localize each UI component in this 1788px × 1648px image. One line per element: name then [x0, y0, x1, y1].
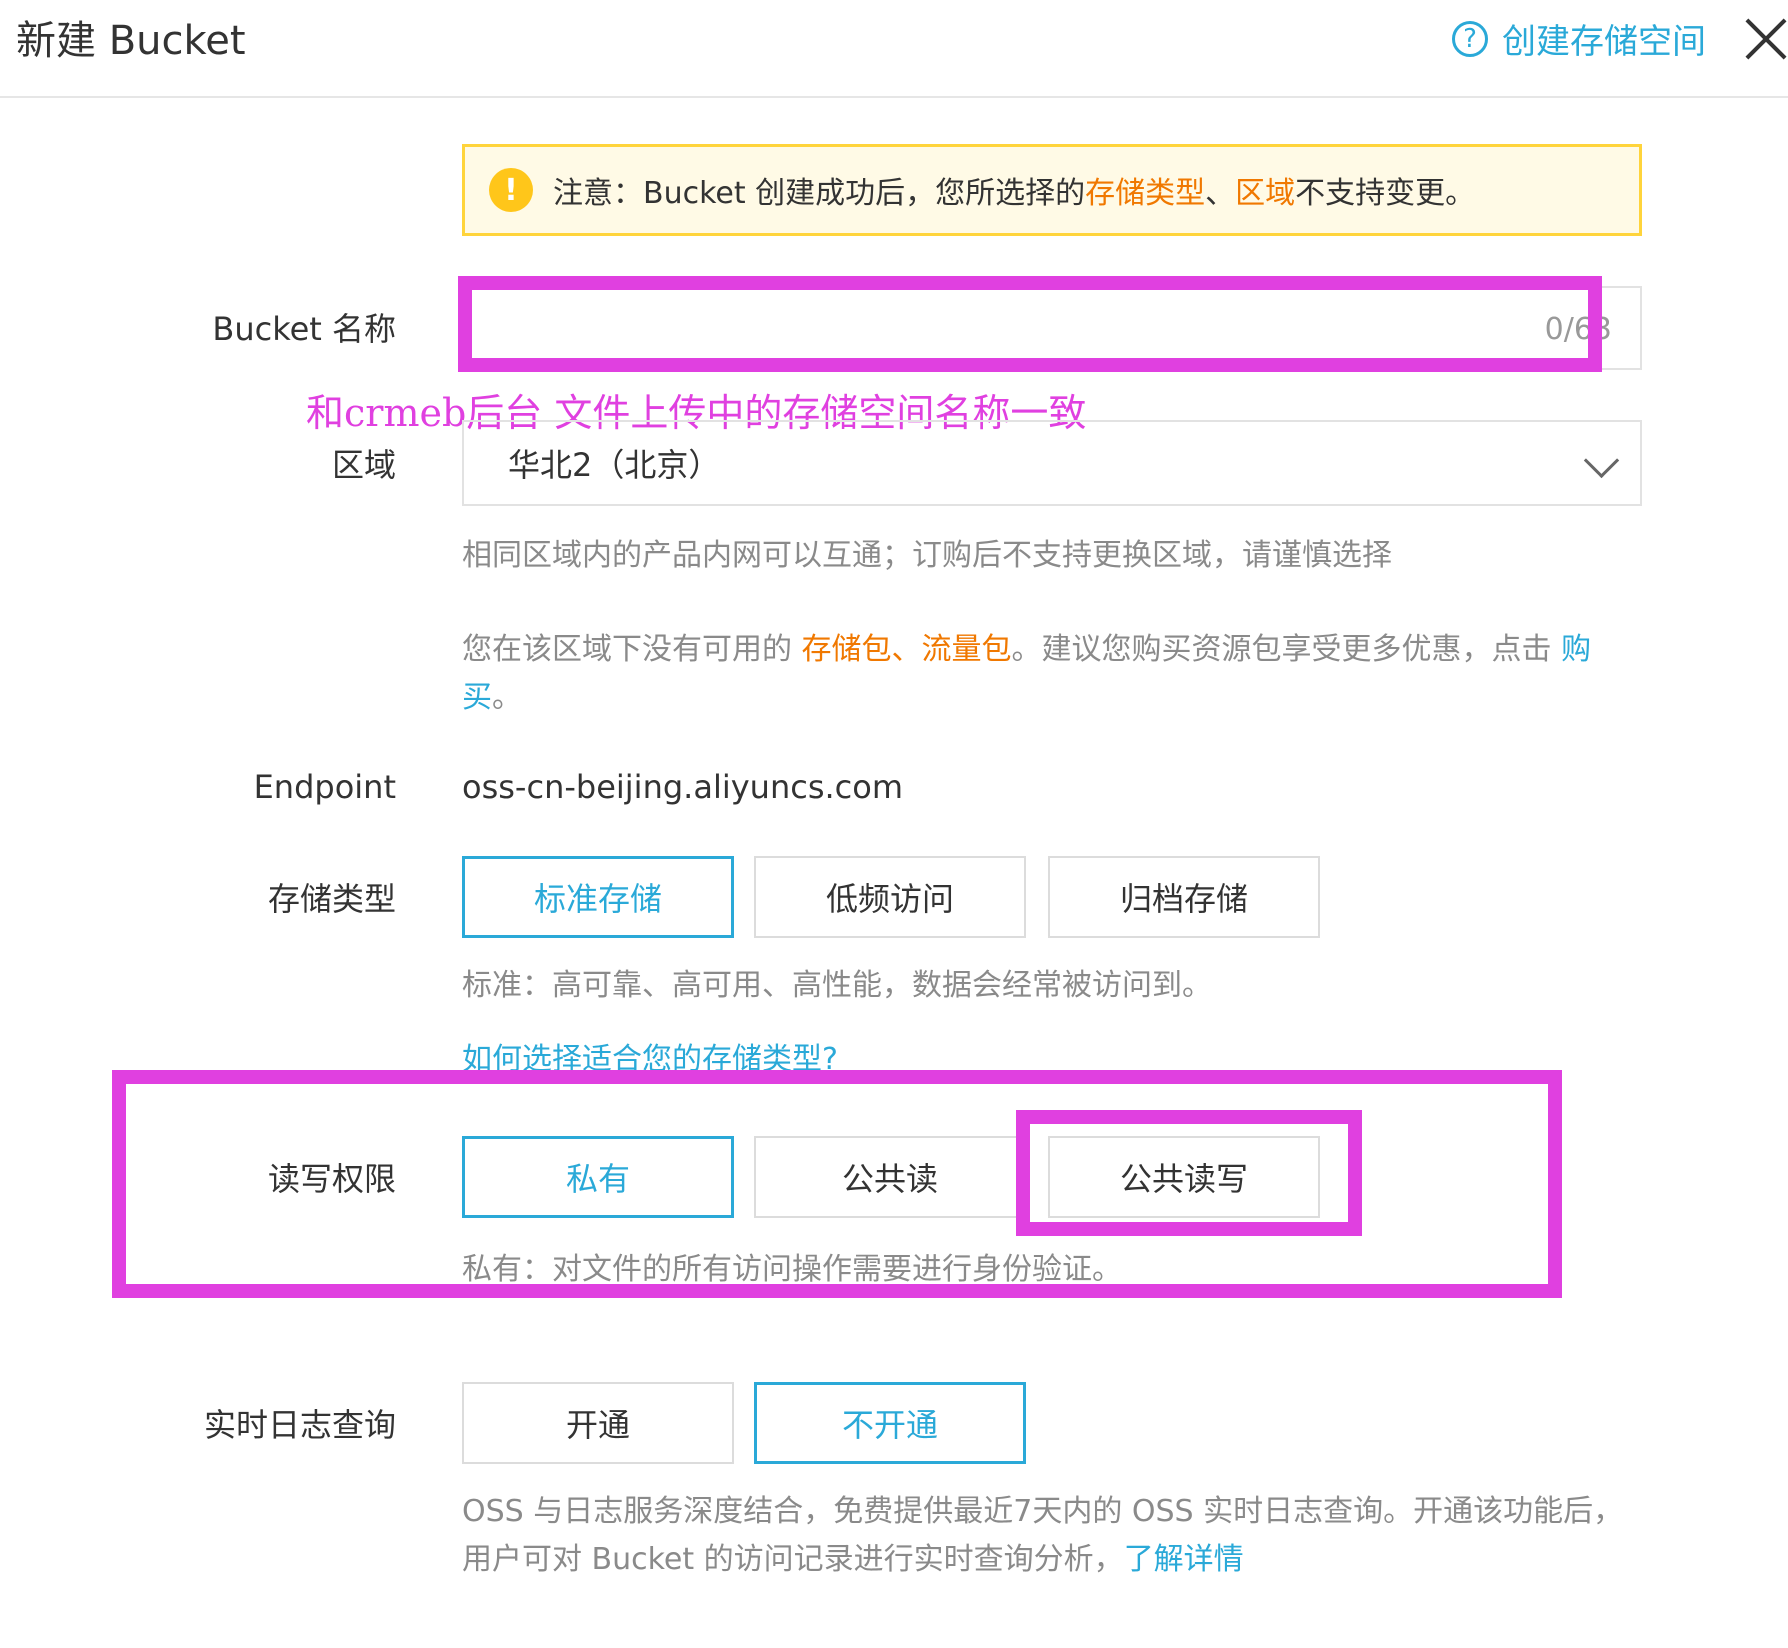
endpoint-label: Endpoint [253, 768, 396, 806]
package-hint: 您在该区域下没有可用的 存储包、流量包。建议您购买资源包享受更多优惠，点击 购买… [462, 632, 1592, 715]
notice-banner: ! 注意：Bucket 创建成功后，您所选择的存储类型、区域不支持变更。 [462, 144, 1642, 236]
help-link-label: 创建存储空间 [1502, 22, 1706, 62]
storage-option-archive[interactable]: 归档存储 [1048, 856, 1320, 938]
acl-option-public-read[interactable]: 公共读 [754, 1136, 1026, 1218]
storage-package-link[interactable]: 存储包 [802, 632, 892, 667]
warning-icon: ! [489, 168, 533, 212]
notice-text: 注意：Bucket 创建成功后，您所选择的存储类型、区域不支持变更。 [553, 176, 1476, 211]
storage-class-hint: 标准：高可靠、高可用、高性能，数据会经常被访问到。 [462, 968, 1212, 1003]
header-divider [0, 96, 1788, 98]
storage-option-ia[interactable]: 低频访问 [754, 856, 1026, 938]
storage-option-standard[interactable]: 标准存储 [462, 856, 734, 938]
learn-more-link[interactable]: 了解详情 [1124, 1542, 1244, 1577]
log-option-enable[interactable]: 开通 [462, 1382, 734, 1464]
chevron-down-icon [1583, 442, 1620, 479]
char-counter: 0/63 [1544, 312, 1612, 347]
region-value: 华北2（北京） [508, 446, 721, 484]
acl-option-public-read-write[interactable]: 公共读写 [1048, 1136, 1320, 1218]
storage-class-label: 存储类型 [267, 880, 396, 918]
bucket-name-input[interactable]: 0/63 [462, 286, 1642, 370]
region-label: 区域 [331, 446, 396, 484]
question-icon: ? [1452, 20, 1488, 57]
region-hint: 相同区域内的产品内网可以互通；订购后不支持更换区域，请谨慎选择 [462, 538, 1392, 573]
help-link[interactable]: ? 创建存储空间 [1452, 14, 1706, 63]
log-option-disable[interactable]: 不开通 [754, 1382, 1026, 1464]
acl-option-private[interactable]: 私有 [462, 1136, 734, 1218]
acl-hint: 私有：对文件的所有访问操作需要进行身份验证。 [462, 1252, 1122, 1287]
bucket-name-label: Bucket 名称 [212, 310, 396, 348]
region-select[interactable]: 华北2（北京） [462, 420, 1642, 506]
dialog-title: 新建 Bucket [16, 18, 246, 64]
close-icon[interactable] [1744, 10, 1788, 70]
acl-label: 读写权限 [267, 1160, 396, 1198]
traffic-package-link[interactable]: 流量包 [922, 632, 1012, 667]
endpoint-value: oss-cn-beijing.aliyuncs.com [462, 768, 903, 806]
storage-class-help-link[interactable]: 如何选择适合您的存储类型? [462, 1034, 838, 1078]
realtime-log-label: 实时日志查询 [203, 1406, 396, 1444]
realtime-log-hint: OSS 与日志服务深度结合，免费提供最近7天内的 OSS 实时日志查询。开通该功… [462, 1494, 1624, 1577]
